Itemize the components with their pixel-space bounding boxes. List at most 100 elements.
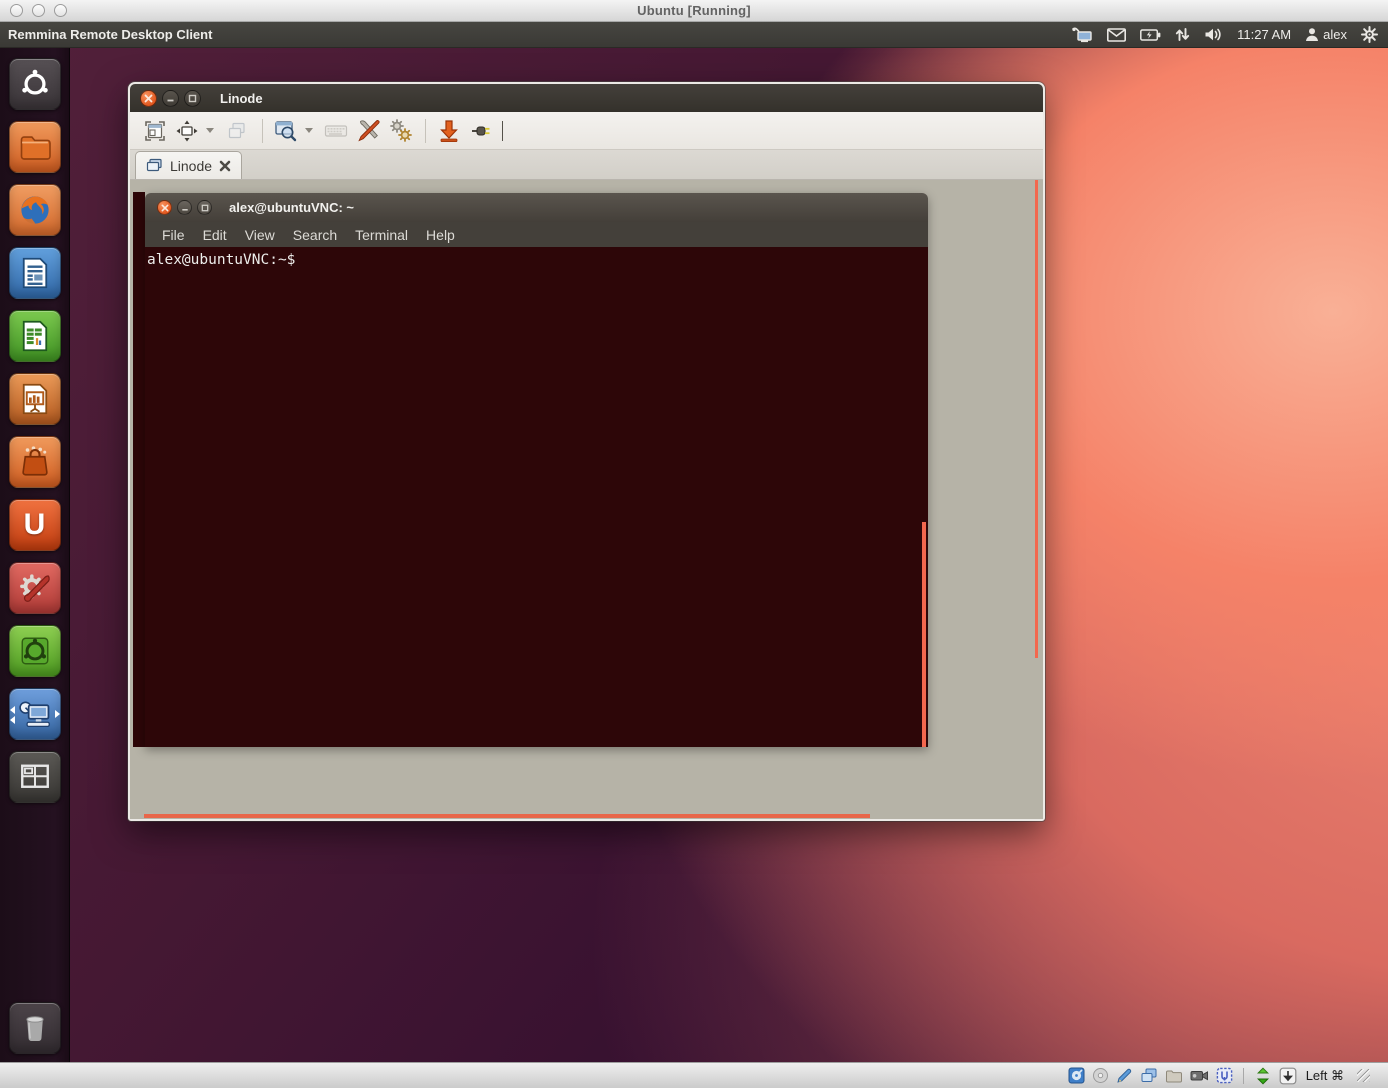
virtualbox-screen: Ubuntu [Running] Remmina Remote Desktop … <box>0 0 1388 1088</box>
tab-connection-icon <box>146 158 163 173</box>
firefox-icon <box>16 191 54 229</box>
tools-button[interactable] <box>385 116 415 146</box>
network-icon[interactable] <box>1071 27 1093 43</box>
disconnect-button[interactable] <box>466 116 496 146</box>
duplicate-icon <box>225 119 249 143</box>
preferences-button[interactable] <box>353 116 383 146</box>
mail-icon[interactable] <box>1107 28 1126 42</box>
launcher-item-firefox[interactable] <box>9 184 61 236</box>
disconnect-plug-icon <box>468 118 494 144</box>
keyboard-icon <box>323 118 349 144</box>
pencil-icon[interactable] <box>1116 1067 1133 1084</box>
launcher-item-ubuntu-one[interactable]: U <box>9 499 61 551</box>
scaled-mode-button[interactable] <box>271 116 301 146</box>
toolbar-separator <box>262 119 263 143</box>
launcher-item-files[interactable] <box>9 121 61 173</box>
indicator-area: 11:27 AM alex <box>1071 26 1388 43</box>
remmina-window-title: Linode <box>220 91 263 106</box>
shopping-bag-icon <box>17 444 53 480</box>
video-camera-icon[interactable] <box>1190 1068 1209 1083</box>
tab-close-icon[interactable] <box>219 160 231 172</box>
duplicate-connection-button[interactable] <box>222 116 252 146</box>
window-maximize-button[interactable] <box>184 90 201 107</box>
gear-wrench-icon <box>16 569 54 607</box>
minimize-to-tray-button[interactable] <box>434 116 464 146</box>
terminal-window: alex@ubuntuVNC: ~ File Edit View Search … <box>145 193 928 747</box>
launcher-item-trash[interactable] <box>9 1002 61 1054</box>
launcher-item-libreoffice-impress[interactable] <box>9 373 61 425</box>
redraw-artifact <box>1035 180 1038 658</box>
redraw-artifact <box>144 814 870 818</box>
running-pip <box>10 706 15 714</box>
toolbar-separator <box>425 119 426 143</box>
ubuntu-one-glyph: U <box>24 508 46 542</box>
windows-cascade-icon[interactable] <box>1140 1067 1158 1084</box>
terminal-maximize-button[interactable] <box>197 200 212 215</box>
remmina-tabbar: Linode <box>130 150 1043 180</box>
menu-edit[interactable]: Edit <box>196 227 234 243</box>
mouse-integration-icon[interactable] <box>1254 1067 1272 1085</box>
ubuntu-logo-dark-icon <box>18 634 52 668</box>
terminal-close-button[interactable] <box>157 200 172 215</box>
fullscreen-button[interactable] <box>140 116 170 146</box>
ubuntu-logo-icon <box>18 67 52 101</box>
launcher-item-software-center[interactable] <box>9 436 61 488</box>
remmina-icon <box>16 695 54 733</box>
virtualbox-statusbar: Left ⌘ <box>0 1062 1388 1088</box>
host-window-title: Ubuntu [Running] <box>0 3 1388 18</box>
optical-disc-icon[interactable] <box>1092 1067 1109 1084</box>
shared-folder-icon[interactable] <box>1165 1068 1183 1084</box>
tab-linode[interactable]: Linode <box>135 151 242 179</box>
window-minimize-button[interactable] <box>162 90 179 107</box>
launcher-item-system-settings[interactable] <box>9 562 61 614</box>
remmina-titlebar[interactable]: Linode <box>130 84 1043 112</box>
impress-presentation-icon <box>17 381 53 417</box>
launcher-item-libreoffice-calc[interactable] <box>9 310 61 362</box>
fit-window-button[interactable] <box>172 116 202 146</box>
launcher-item-libreoffice-writer[interactable] <box>9 247 61 299</box>
redraw-artifact <box>133 192 145 747</box>
remmina-window: Linode <box>128 82 1045 821</box>
user-icon <box>1305 27 1319 42</box>
launcher-item-software-updater[interactable] <box>9 625 61 677</box>
terminal-body[interactable]: alex@ubuntuVNC:~$ <box>145 247 928 747</box>
active-app-title[interactable]: Remmina Remote Desktop Client <box>8 27 212 42</box>
fit-window-icon <box>175 119 199 143</box>
menu-terminal[interactable]: Terminal <box>348 227 415 243</box>
trash-icon <box>17 1010 53 1046</box>
battery-icon[interactable] <box>1140 29 1161 41</box>
calc-spreadsheet-icon <box>17 318 53 354</box>
menu-view[interactable]: View <box>238 227 282 243</box>
user-menu[interactable]: alex <box>1305 27 1347 42</box>
launcher-item-dash-home[interactable] <box>9 58 61 110</box>
session-gear-icon[interactable] <box>1361 26 1378 43</box>
keyboard-capture-icon[interactable] <box>1279 1067 1297 1085</box>
menu-help[interactable]: Help <box>419 227 462 243</box>
hard-disk-icon[interactable] <box>1068 1067 1085 1084</box>
launcher-item-remmina[interactable] <box>9 688 61 740</box>
clock[interactable]: 11:27 AM <box>1237 27 1291 42</box>
menu-search[interactable]: Search <box>286 227 344 243</box>
terminal-titlebar[interactable]: alex@ubuntuVNC: ~ <box>145 193 928 222</box>
statusbar-separator <box>1243 1068 1244 1084</box>
folder-icon <box>17 129 53 165</box>
menu-file[interactable]: File <box>155 227 192 243</box>
terminal-title: alex@ubuntuVNC: ~ <box>229 200 354 215</box>
resize-grip[interactable] <box>1357 1069 1370 1082</box>
launcher-item-workspace-switcher[interactable] <box>9 751 61 803</box>
host-titlebar: Ubuntu [Running] <box>0 0 1388 22</box>
window-close-button[interactable] <box>140 90 157 107</box>
tools-gears-icon <box>387 117 414 144</box>
fit-window-dropdown[interactable] <box>206 128 214 137</box>
text-cursor <box>502 121 503 141</box>
vnc-viewport[interactable]: alex@ubuntuVNC: ~ File Edit View Search … <box>130 180 1043 819</box>
fullscreen-icon <box>143 119 167 143</box>
writer-document-icon <box>17 255 53 291</box>
sync-icon[interactable] <box>1175 27 1190 42</box>
shell-prompt: alex@ubuntuVNC:~$ <box>147 252 295 268</box>
send-keys-button[interactable] <box>321 116 351 146</box>
scaled-mode-dropdown[interactable] <box>305 128 313 137</box>
terminal-minimize-button[interactable] <box>177 200 192 215</box>
usb-icon[interactable] <box>1216 1067 1233 1084</box>
volume-icon[interactable] <box>1204 27 1223 42</box>
